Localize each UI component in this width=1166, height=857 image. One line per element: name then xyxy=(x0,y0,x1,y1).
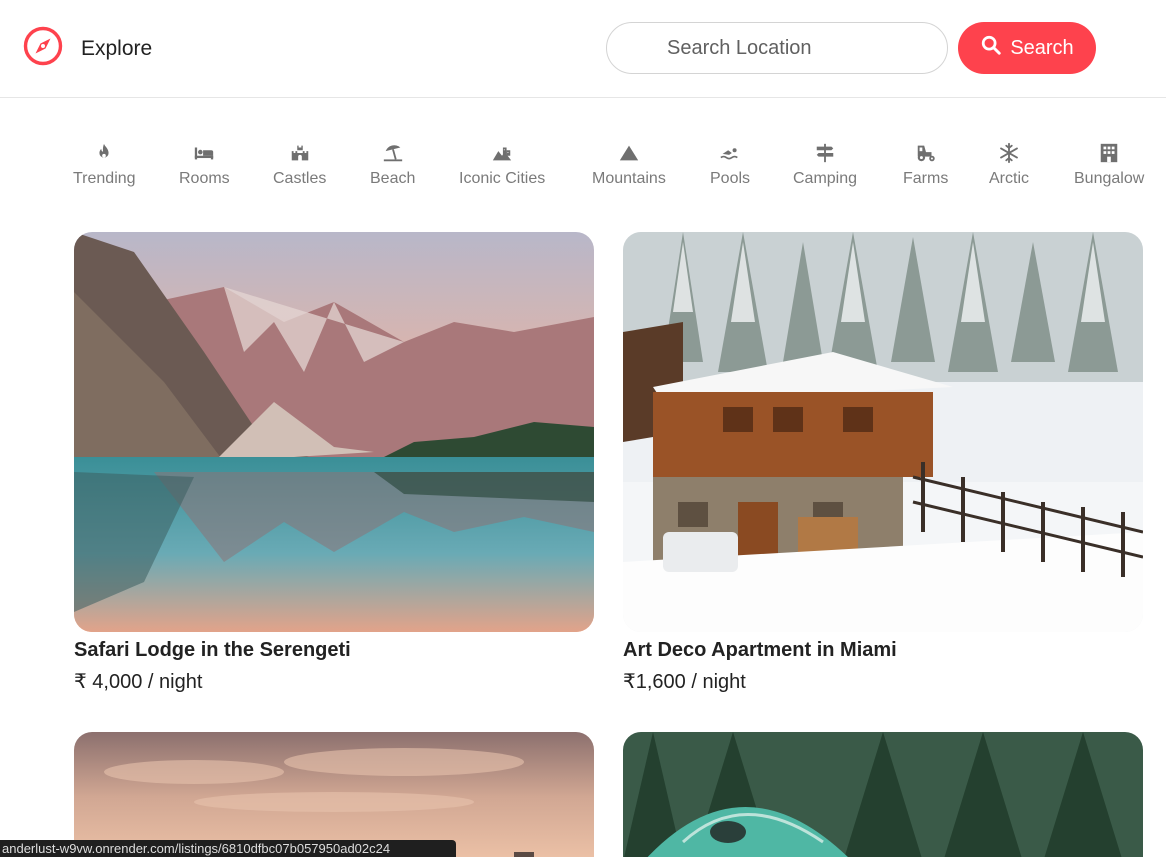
filter-label: Bungalow xyxy=(1074,170,1145,187)
filter-label: Rooms xyxy=(179,170,230,187)
listing-image[interactable] xyxy=(623,232,1143,632)
filter-iconic-cities[interactable]: Iconic Cities xyxy=(459,140,545,188)
filter-label: Arctic xyxy=(989,170,1029,187)
filter-farms[interactable]: Farms xyxy=(903,140,948,188)
top-navbar: Explore Search xyxy=(0,0,1166,98)
filter-rooms[interactable]: Rooms xyxy=(179,140,230,188)
filter-label: Iconic Cities xyxy=(459,170,546,187)
search-icon xyxy=(980,34,1002,62)
explore-link[interactable]: Explore xyxy=(81,37,152,61)
filter-label: Trending xyxy=(73,170,136,187)
bed-icon xyxy=(191,140,217,166)
tractor-icon xyxy=(913,140,939,166)
filter-label: Beach xyxy=(370,170,416,187)
filter-beach[interactable]: Beach xyxy=(370,140,415,188)
city-icon xyxy=(489,140,515,166)
filter-castles[interactable]: Castles xyxy=(273,140,326,188)
filter-bungalow[interactable]: Bungalow xyxy=(1074,140,1144,188)
mountain-icon xyxy=(616,140,642,166)
fire-icon xyxy=(91,140,117,166)
filter-pools[interactable]: Pools xyxy=(710,140,750,188)
listing-image[interactable] xyxy=(623,732,1143,857)
filter-label: Farms xyxy=(903,170,949,187)
filter-mountains[interactable]: Mountains xyxy=(592,140,666,188)
search-location-input[interactable] xyxy=(606,22,948,74)
filter-camping[interactable]: Camping xyxy=(793,140,857,188)
filter-label: Camping xyxy=(793,170,858,187)
snowflake-icon xyxy=(996,140,1022,166)
listing-price: ₹1,600 / night xyxy=(623,671,746,693)
umbrella-beach-icon xyxy=(380,140,406,166)
listing-image[interactable] xyxy=(74,732,594,857)
listing-card[interactable]: Safari Lodge in the Serengeti ₹ 4,000 / … xyxy=(74,232,594,694)
filter-label: Mountains xyxy=(592,170,666,187)
listing-price: ₹ 4,000 / night xyxy=(74,671,203,693)
filter-trending[interactable]: Trending xyxy=(73,140,136,188)
swimmer-icon xyxy=(717,140,743,166)
search-button[interactable]: Search xyxy=(958,22,1096,74)
listing-image[interactable] xyxy=(74,232,594,632)
listing-title: Safari Lodge in the Serengeti xyxy=(74,639,351,661)
castle-icon xyxy=(287,140,313,166)
filter-arctic[interactable]: Arctic xyxy=(989,140,1029,188)
signpost-icon xyxy=(812,140,838,166)
status-bar-url: anderlust-w9vw.onrender.com/listings/681… xyxy=(0,840,456,857)
listing-card[interactable]: Art Deco Apartment in Miami ₹1,600 / nig… xyxy=(623,232,1143,694)
building-icon xyxy=(1096,140,1122,166)
listing-title: Art Deco Apartment in Miami xyxy=(623,639,897,661)
filter-label: Pools xyxy=(710,170,751,187)
search-button-label: Search xyxy=(1010,36,1074,59)
filter-label: Castles xyxy=(273,170,327,187)
compass-icon[interactable] xyxy=(23,26,63,66)
